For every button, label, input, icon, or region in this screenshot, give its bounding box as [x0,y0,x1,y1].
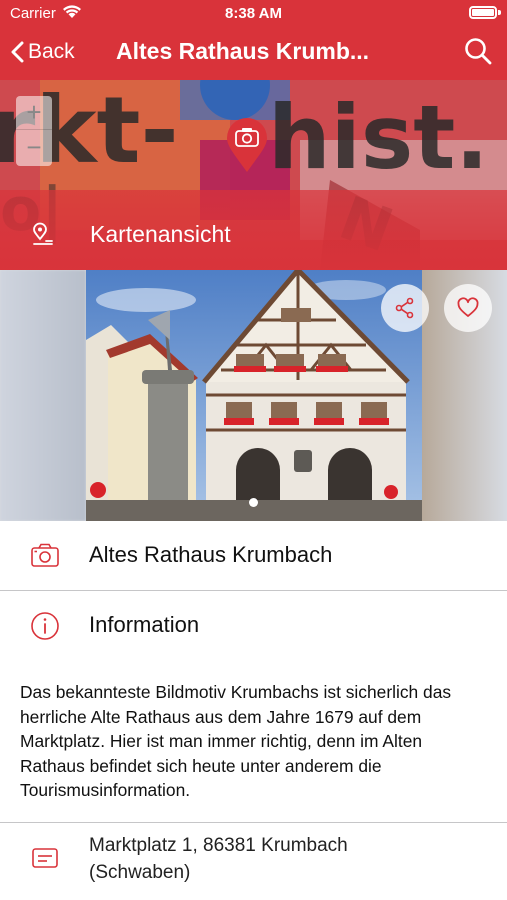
back-chevron-icon [11,41,24,63]
poi-title: Altes Rathaus Krumbach [89,542,333,567]
rathaus-photo [86,270,422,521]
title-row: Altes Rathaus Krumbach [0,521,507,591]
description-text: Das bekannteste Bildmotiv Krumbachs ist … [20,682,452,800]
back-label: Back [28,40,75,63]
address-line-2: (Schwaben) [89,862,191,883]
battery-nub [498,10,501,15]
information-heading: Information [89,612,200,637]
info-icon [31,612,59,640]
map-link-label[interactable]: Kartenansicht [90,221,231,248]
map-view[interactable]: rkt- hist. R o| N + − Kartenansicht [0,80,507,270]
address-card-icon [32,848,58,868]
previous-photo-preview [0,270,86,521]
zoom-control: + − [16,96,52,166]
navigation-bar: Back Altes Rathaus Krumb... [0,26,507,80]
camera-icon [31,543,59,567]
heart-icon [457,297,479,317]
share-button[interactable] [381,284,429,332]
zoom-in-button[interactable]: + [16,96,52,130]
page-dot[interactable] [249,498,258,507]
information-row: Information [0,591,507,661]
top-bar: Carrier 8:38 AM Back Altes Rathaus Krumb… [0,0,507,80]
back-button[interactable]: Back [10,36,75,68]
svg-text:hist. R: hist. R [268,86,507,189]
map-pin-icon [33,222,53,245]
page-indicator [0,498,507,507]
status-bar: Carrier 8:38 AM [0,0,507,26]
camera-pin-icon[interactable] [224,118,270,174]
favorite-button[interactable] [444,284,492,332]
map-link-bar[interactable] [0,190,507,270]
share-icon [395,297,414,319]
zoom-out-button[interactable]: − [16,131,52,165]
status-time: 8:38 AM [225,5,282,22]
photo-carousel[interactable] [0,270,507,521]
address-line-1: Marktplatz 1, 86381 Krumbach [89,835,348,856]
page-title: Altes Rathaus Krumb... [116,38,370,64]
battery-icon [469,6,497,19]
search-icon[interactable] [463,36,493,66]
address-text[interactable]: Marktplatz 1, 86381 Krumbach (Schwaben) [89,832,489,886]
